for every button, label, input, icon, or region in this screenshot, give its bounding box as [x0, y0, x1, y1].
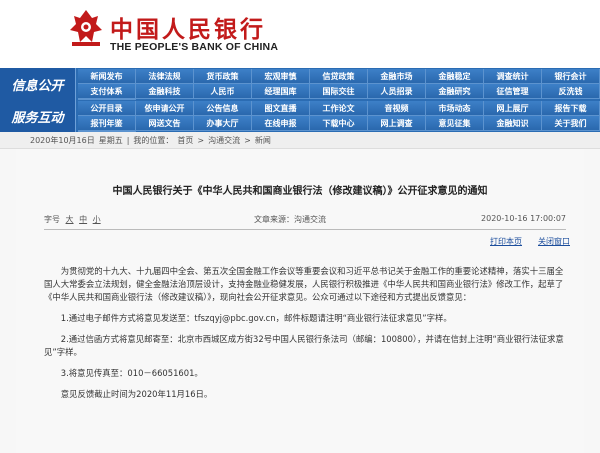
breadcrumb-section-link[interactable]: 沟通交流 — [208, 135, 240, 146]
nav-item[interactable]: 调查统计 — [484, 69, 542, 84]
nav-item[interactable]: 音视频 — [368, 101, 426, 116]
article-paragraph: 3.将意见传真至：010－66051601。 — [60, 368, 203, 378]
nav-item[interactable]: 公开目录 — [78, 101, 136, 116]
font-size-label: 字号 — [44, 215, 60, 224]
article-paragraph: 2.通过信函方式将意见邮寄至：北京市西城区成方街32号中国人民银行条法司（邮编：… — [44, 334, 564, 357]
article-date: 2020-10-16 17:00:07 — [481, 214, 566, 223]
breadcrumb-location-label: 我的位置： — [133, 135, 174, 145]
main-nav: 信息公开 新闻发布 法律法规 货币政策 宏观审慎 信贷政策 金融市场 金融稳定 调查统计 银行会… — [0, 68, 600, 132]
breadcrumb: 2020年10月16日 星期五 | 我的位置： 首页 > 沟通交流 > 新闻 — [0, 132, 600, 149]
font-size-large-link[interactable]: 大 — [66, 215, 74, 224]
nav-item[interactable]: 依申请公开 — [136, 101, 194, 116]
nav-item[interactable]: 关于我们 — [542, 116, 600, 131]
close-window-link[interactable]: 关闭窗口 — [538, 236, 570, 247]
nav-item[interactable]: 公告信息 — [194, 101, 252, 116]
nav-grid-service: 公开目录 依申请公开 公告信息 图文直播 工作论文 音视频 市场动态 网上展厅 报告下载报刊年鉴… — [78, 101, 600, 132]
article-area: 中国人民银行关于《中华人民共和国商业银行法（修改建议稿）》公开征求意见的通知 字… — [0, 149, 600, 453]
nav-item[interactable]: 金融研究 — [426, 84, 484, 99]
nav-row-service: 服务互动 公开目录 依申请公开 公告信息 图文直播 工作论文 音视频 市场动态 网上展厅 报告下… — [0, 100, 600, 132]
article-actions: 打印本页 关闭窗口 — [16, 236, 570, 250]
nav-item[interactable]: 征信管理 — [484, 84, 542, 99]
pboc-emblem-icon — [70, 10, 102, 46]
article-meta: 字号 大 中 小 文章来源：沟通交流 2020-10-16 17:00:07 — [44, 214, 566, 228]
meta-divider — [44, 229, 566, 230]
article-body: 为贯彻党的十九大、十九届四中全会、第五次全国金融工作会议等重要会议和习近平总书记… — [44, 265, 568, 409]
print-page-link[interactable]: 打印本页 — [490, 236, 522, 247]
nav-item[interactable]: 金融市场 — [368, 69, 426, 84]
nav-item[interactable]: 网上调查 — [368, 116, 426, 131]
logo-cn-text: 中国人民银行 — [110, 16, 266, 43]
article-panel: 中国人民银行关于《中华人民共和国商业银行法（修改建议稿）》公开征求意见的通知 字… — [16, 149, 584, 453]
nav-item[interactable]: 经理国库 — [252, 84, 310, 99]
breadcrumb-weekday: 星期五 — [98, 135, 123, 145]
nav-item[interactable]: 图文直播 — [252, 101, 310, 116]
font-size-small-link[interactable]: 小 — [93, 215, 101, 224]
logo-en-text: THE PEOPLE'S BANK OF CHINA — [110, 41, 279, 53]
article-paragraph: 1.通过电子邮件方式将意见发送至：tfszqyj@pbc.gov.cn，邮件标题… — [60, 313, 452, 323]
nav-item[interactable]: 国际交往 — [310, 84, 368, 99]
nav-item[interactable]: 金融知识 — [484, 116, 542, 131]
nav-item[interactable]: 人员招录 — [368, 84, 426, 99]
nav-item[interactable]: 报刊年鉴 — [78, 116, 136, 131]
nav-item[interactable]: 信贷政策 — [310, 69, 368, 84]
nav-title-service: 服务互动 — [0, 100, 76, 132]
nav-item[interactable]: 银行会计 — [542, 69, 600, 84]
article-title: 中国人民银行关于《中华人民共和国商业银行法（修改建议稿）》公开征求意见的通知 — [112, 186, 488, 197]
nav-item[interactable]: 意见征集 — [426, 116, 484, 131]
breadcrumb-date: 2020年10月16日 — [30, 135, 95, 145]
article-paragraph: 意见反馈截止时间为2020年11月16日。 — [60, 389, 213, 399]
breadcrumb-home-link[interactable]: 首页 — [177, 135, 193, 146]
nav-item[interactable]: 报告下载 — [542, 101, 600, 116]
font-size-medium-link[interactable]: 中 — [79, 215, 87, 224]
nav-grid-info: 新闻发布 法律法规 货币政策 宏观审慎 信贷政策 金融市场 金融稳定 调查统计 银行会计支付体系… — [78, 69, 600, 100]
nav-item[interactable]: 网送文告 — [136, 116, 194, 131]
font-size-controls: 字号 大 中 小 — [44, 214, 101, 225]
nav-item[interactable]: 在线申报 — [252, 116, 310, 131]
nav-item[interactable]: 人民币 — [194, 84, 252, 99]
nav-item[interactable]: 网上展厅 — [484, 101, 542, 116]
nav-item[interactable]: 下载中心 — [310, 116, 368, 131]
nav-item[interactable]: 反洗钱 — [542, 84, 600, 99]
nav-item[interactable]: 工作论文 — [310, 101, 368, 116]
nav-item[interactable]: 金融科技 — [136, 84, 194, 99]
breadcrumb-separator: > — [244, 135, 251, 145]
nav-item[interactable]: 法律法规 — [136, 69, 194, 84]
nav-title-info: 信息公开 — [0, 68, 76, 100]
nav-row-info: 信息公开 新闻发布 法律法规 货币政策 宏观审慎 信贷政策 金融市场 金融稳定 调查统计 银行会… — [0, 68, 600, 100]
breadcrumb-current-link[interactable]: 新闻 — [255, 135, 271, 146]
nav-item[interactable]: 支付体系 — [78, 84, 136, 99]
breadcrumb-separator: > — [197, 135, 205, 145]
site-header: 中国人民银行 THE PEOPLE'S BANK OF CHINA — [0, 0, 600, 68]
nav-item[interactable]: 宏观审慎 — [252, 69, 310, 84]
article-source: 文章来源：沟通交流 — [254, 215, 326, 224]
nav-item[interactable]: 金融稳定 — [426, 69, 484, 84]
nav-item[interactable]: 办事大厅 — [194, 116, 252, 131]
breadcrumb-sep: | — [126, 135, 130, 145]
nav-item[interactable]: 货币政策 — [194, 69, 252, 84]
nav-item[interactable]: 新闻发布 — [78, 69, 136, 84]
article-paragraph: 为贯彻党的十九大、十九届四中全会、第五次全国金融工作会议等重要会议和习近平总书记… — [44, 266, 564, 302]
nav-item[interactable]: 市场动态 — [426, 101, 484, 116]
